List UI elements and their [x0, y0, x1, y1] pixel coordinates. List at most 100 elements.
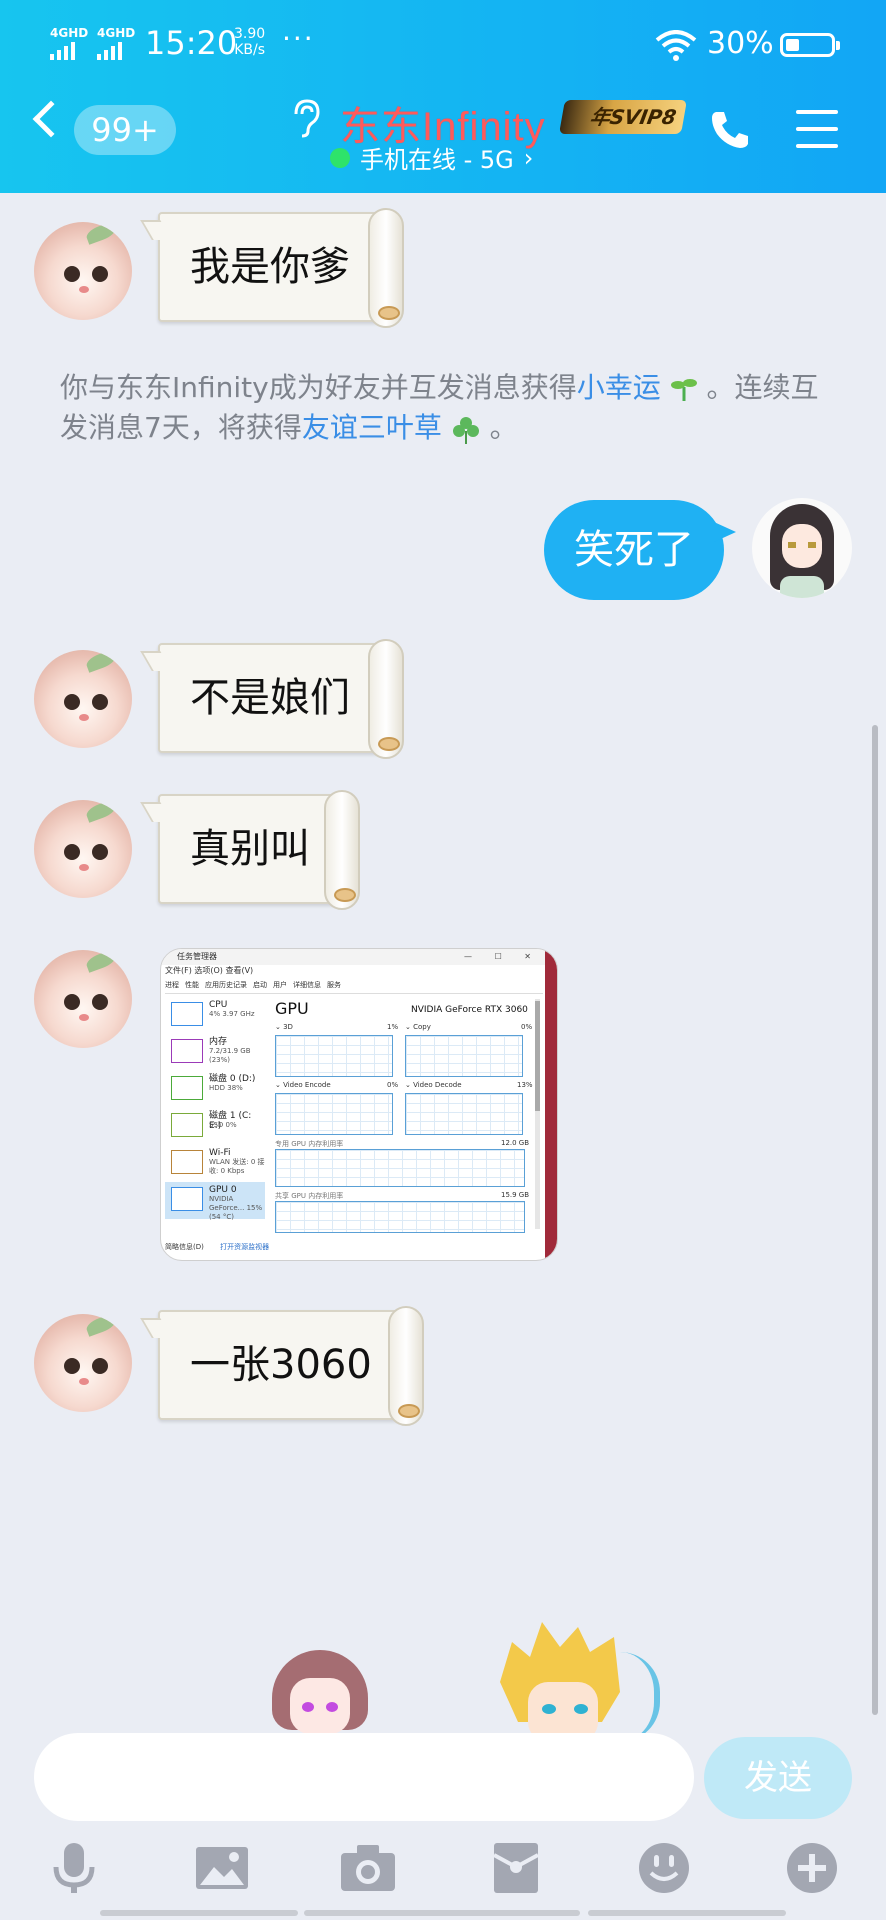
signal-bars-icon [50, 42, 88, 60]
perf-item-memory: 内存 7.2/31.9 GB (23%) [165, 1034, 265, 1071]
system-text: 你与东东Infinity成为好友并互发消息获得 [60, 371, 577, 404]
status-bar: 4GHD 4GHD 15:20 3.90 KB/s ··· 30% [0, 10, 886, 70]
perf-sub: SSD 0% [209, 1121, 237, 1129]
sticker-character-girl [272, 1650, 368, 1740]
red-packet-icon[interactable] [486, 1838, 546, 1898]
speed-value: 3.90 [234, 26, 266, 42]
image-message[interactable]: 任务管理器 — ☐ ✕ 文件(F) 选项(O) 查看(V) 进程 性能 应用历史… [160, 948, 558, 1261]
perf-sub: WLAN 发送: 0 接收: 0 Kbps [209, 1158, 265, 1175]
graph-label: ⌄ 3D [275, 1023, 293, 1031]
tab-users: 用户 [273, 981, 287, 989]
image-scrollbar [535, 999, 540, 1229]
contact-avatar[interactable] [34, 1314, 132, 1412]
perf-label: CPU [209, 1000, 228, 1010]
message-text: 笑死了 [574, 527, 694, 573]
unread-count-badge[interactable]: 99+ [74, 105, 176, 155]
bottom-tab-indicator [588, 1910, 786, 1916]
perf-sidebar: CPU 4% 3.97 GHz 内存 7.2/31.9 GB (23%) 磁盘 0 … [165, 997, 265, 1221]
perf-label: 内存 [209, 1037, 228, 1047]
system-text: 。 [489, 411, 518, 444]
window-controls: — ☐ ✕ [464, 952, 541, 961]
earpiece-mode-icon[interactable] [288, 98, 322, 138]
scroll-roll-decoration [368, 639, 404, 759]
tab-processes: 进程 [165, 981, 179, 989]
perf-item-disk1: 磁盘 1 (C: E:) SSD 0% [165, 1108, 265, 1145]
perf-label: GPU 0 [209, 1185, 237, 1195]
perf-sub: HDD 38% [209, 1084, 243, 1092]
battery-icon [780, 33, 840, 57]
bottom-tab-indicator [304, 1910, 580, 1916]
signal-label: 4GHD [97, 26, 136, 40]
contact-avatar[interactable] [34, 650, 132, 748]
online-dot-icon [330, 147, 350, 168]
microphone-icon[interactable] [44, 1838, 104, 1898]
input-toolbar [0, 1838, 886, 1898]
tab-performance: 性能 [185, 981, 199, 989]
menu-bar: 文件(F) 选项(O) 查看(V) [165, 966, 254, 975]
fewer-details: 简略信息(D) [165, 1243, 204, 1251]
menu-icon[interactable] [796, 110, 838, 161]
wifi-icon [655, 30, 697, 61]
scroll-roll-decoration [368, 208, 404, 328]
graph-label: ⌄ Video Decode [405, 1081, 462, 1089]
scroll-roll-decoration [388, 1306, 424, 1426]
graph-value: 0% [521, 1023, 533, 1031]
chat-scrollbar[interactable] [872, 725, 878, 1715]
more-notifications-icon: ··· [282, 22, 315, 55]
dedicated-label: 专用 GPU 内存利用率 [275, 1140, 344, 1148]
message-text: 一张3060 [190, 1342, 372, 1388]
clover-link[interactable]: 友谊三叶草 [302, 411, 442, 444]
scroll-roll-decoration [324, 790, 360, 910]
shared-label: 共享 GPU 内存利用率 [275, 1192, 344, 1200]
graph-label: ⌄ Video Encode [275, 1081, 331, 1089]
graph-value: 13% [517, 1081, 533, 1089]
message-bubble[interactable]: 不是娘们 [158, 639, 404, 759]
lucky-link[interactable]: 小幸运 [577, 371, 661, 404]
signal-indicator-1: 4GHD [50, 26, 88, 60]
contact-avatar[interactable] [34, 950, 132, 1048]
battery-fill [786, 39, 799, 51]
system-notice: 你与东东Infinity成为好友并互发消息获得小幸运 。连续互发消息7天，将获得… [60, 368, 830, 448]
resource-monitor-link: 打开资源监视器 [220, 1243, 270, 1251]
message-text: 我是你爹 [190, 244, 350, 290]
send-button[interactable]: 发送 [704, 1737, 852, 1819]
dedicated-value: 12.0 GB [501, 1139, 530, 1147]
contact-avatar[interactable] [34, 800, 132, 898]
image-icon[interactable] [192, 1838, 252, 1898]
graph-value: 0% [387, 1081, 399, 1089]
speed-unit: KB/s [234, 42, 265, 58]
chevron-right-icon: › [523, 143, 534, 172]
task-manager-tabs: 进程 性能 应用历史记录 启动 用户 详细信息 服务 [165, 980, 543, 994]
message-bubble[interactable]: 我是你爹 [158, 208, 404, 328]
my-avatar[interactable] [752, 498, 852, 598]
perf-item-wifi: Wi-Fi WLAN 发送: 0 接收: 0 Kbps [165, 1145, 265, 1182]
sprout-icon [670, 379, 697, 401]
phone-call-icon[interactable] [708, 108, 752, 152]
emoji-icon[interactable] [634, 1838, 694, 1898]
camera-icon[interactable] [338, 1838, 398, 1898]
perf-item-gpu: GPU 0 NVIDIA GeForce... 15% (54 °C) [165, 1182, 265, 1221]
message-bubble[interactable]: 真别叫 [158, 790, 360, 910]
graph-copy [405, 1035, 523, 1077]
signal-bars-icon [97, 42, 135, 60]
graph-value: 1% [387, 1023, 399, 1031]
graph-dedicated-memory [275, 1149, 525, 1187]
online-status-text: 手机在线 - 5G [360, 146, 514, 174]
my-message-bubble[interactable]: 笑死了 [544, 500, 736, 600]
tab-startup: 启动 [253, 981, 267, 989]
message-input[interactable] [34, 1733, 694, 1821]
graph-label: ⌄ Copy [405, 1023, 431, 1031]
message-bubble[interactable]: 一张3060 [158, 1306, 424, 1426]
online-status[interactable]: 手机在线 - 5G › [330, 140, 533, 175]
shared-value: 15.9 GB [501, 1191, 530, 1199]
perf-sub: 4% 3.97 GHz [209, 1010, 255, 1018]
graph-3d [275, 1035, 393, 1077]
back-arrow-icon[interactable] [32, 100, 70, 138]
plus-icon[interactable] [782, 1838, 842, 1898]
perf-sub: NVIDIA GeForce... 15% (54 °C) [209, 1195, 263, 1221]
clock: 15:20 [145, 24, 238, 62]
contact-avatar[interactable] [34, 222, 132, 320]
message-text: 真别叫 [190, 826, 310, 872]
tab-details: 详细信息 [293, 981, 321, 989]
signal-label: 4GHD [50, 26, 89, 40]
